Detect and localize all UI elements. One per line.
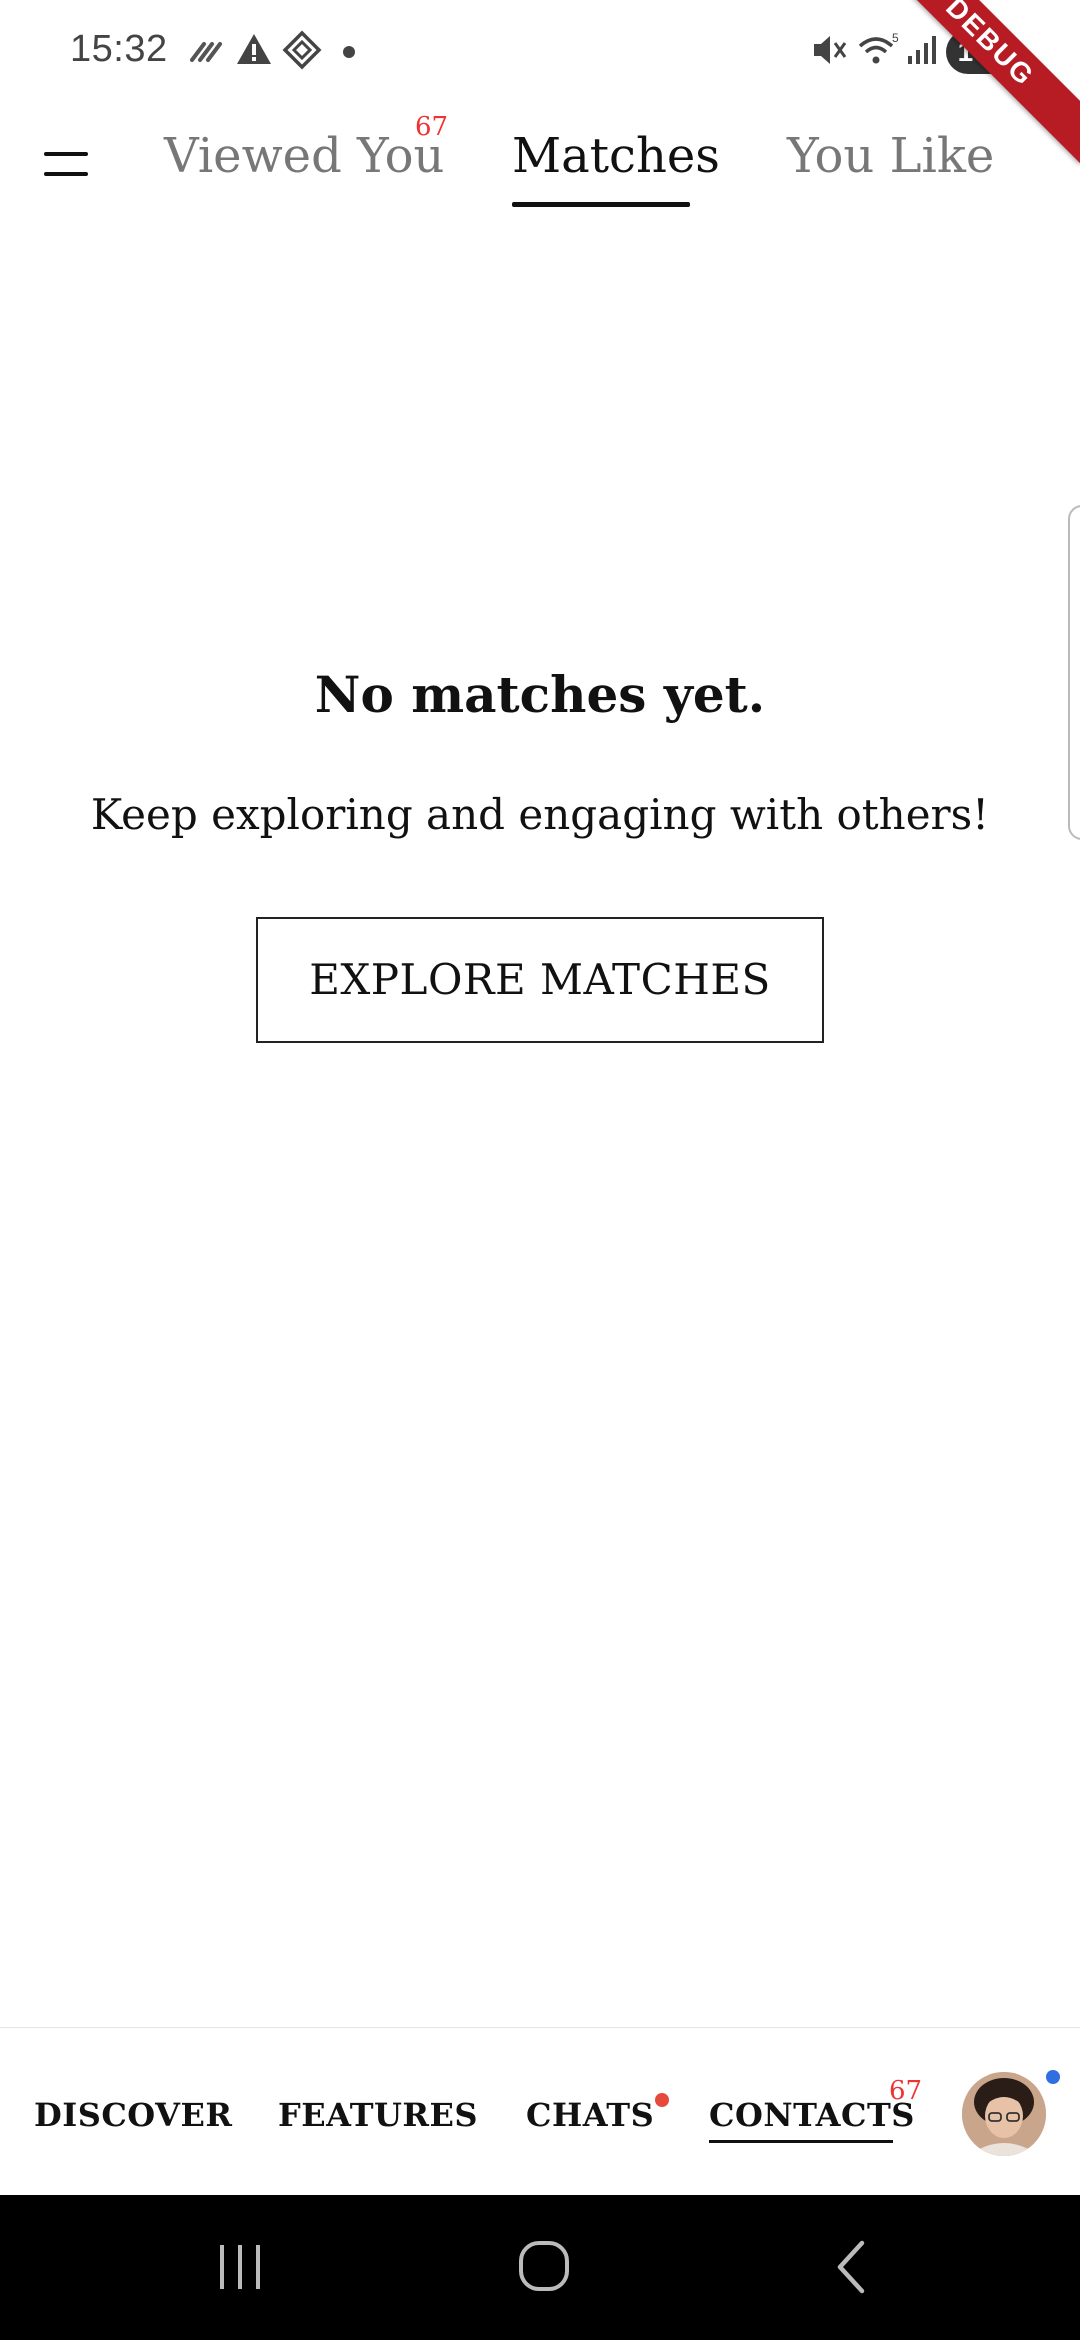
tab-viewed-you[interactable]: Viewed You bbox=[164, 128, 444, 184]
nav-chats[interactable]: CHATS bbox=[526, 2096, 654, 2134]
mute-icon bbox=[814, 36, 847, 64]
data-saver-icon bbox=[190, 42, 222, 62]
tab-matches[interactable]: Matches bbox=[512, 128, 720, 184]
nav-discover[interactable]: DISCOVER bbox=[34, 2096, 232, 2134]
active-nav-indicator bbox=[709, 2140, 893, 2143]
viewed-you-badge: 67 bbox=[415, 112, 449, 142]
empty-state-subtitle: Keep exploring and engaging with others! bbox=[90, 790, 990, 839]
avatar-status-dot bbox=[1046, 2070, 1060, 2084]
status-bar: 15:32 5 100 bbox=[0, 0, 1080, 100]
signal-icon bbox=[908, 36, 936, 64]
avatar-image bbox=[962, 2072, 1046, 2156]
wifi-icon: 5 bbox=[858, 31, 899, 64]
chats-unread-dot bbox=[655, 2093, 669, 2107]
notification-dot bbox=[343, 46, 355, 58]
status-time: 15:32 bbox=[70, 28, 168, 70]
empty-state-title: No matches yet. bbox=[314, 665, 766, 724]
svg-text:5: 5 bbox=[892, 31, 899, 45]
home-icon[interactable] bbox=[517, 2239, 573, 2295]
avatar[interactable] bbox=[962, 2072, 1046, 2156]
active-tab-indicator bbox=[512, 202, 690, 207]
system-nav-bar bbox=[0, 2195, 1080, 2340]
explore-matches-button[interactable]: EXPLORE MATCHES bbox=[256, 917, 824, 1043]
recent-apps-icon[interactable] bbox=[212, 2239, 268, 2295]
menu-icon[interactable] bbox=[44, 146, 92, 182]
tab-you-like[interactable]: You Like bbox=[787, 128, 994, 184]
contacts-badge: 67 bbox=[889, 2076, 923, 2106]
back-icon[interactable] bbox=[826, 2239, 882, 2295]
app-diamond-icon bbox=[282, 30, 322, 70]
nav-features[interactable]: FEATURES bbox=[278, 2096, 478, 2134]
top-tab-bar: Viewed You 67 Matches You Like bbox=[0, 110, 1080, 220]
nav-contacts[interactable]: CONTACTS bbox=[709, 2096, 915, 2134]
warning-icon bbox=[237, 34, 271, 64]
bottom-nav: DISCOVER FEATURES CHATS CONTACTS 67 bbox=[0, 2027, 1080, 2195]
